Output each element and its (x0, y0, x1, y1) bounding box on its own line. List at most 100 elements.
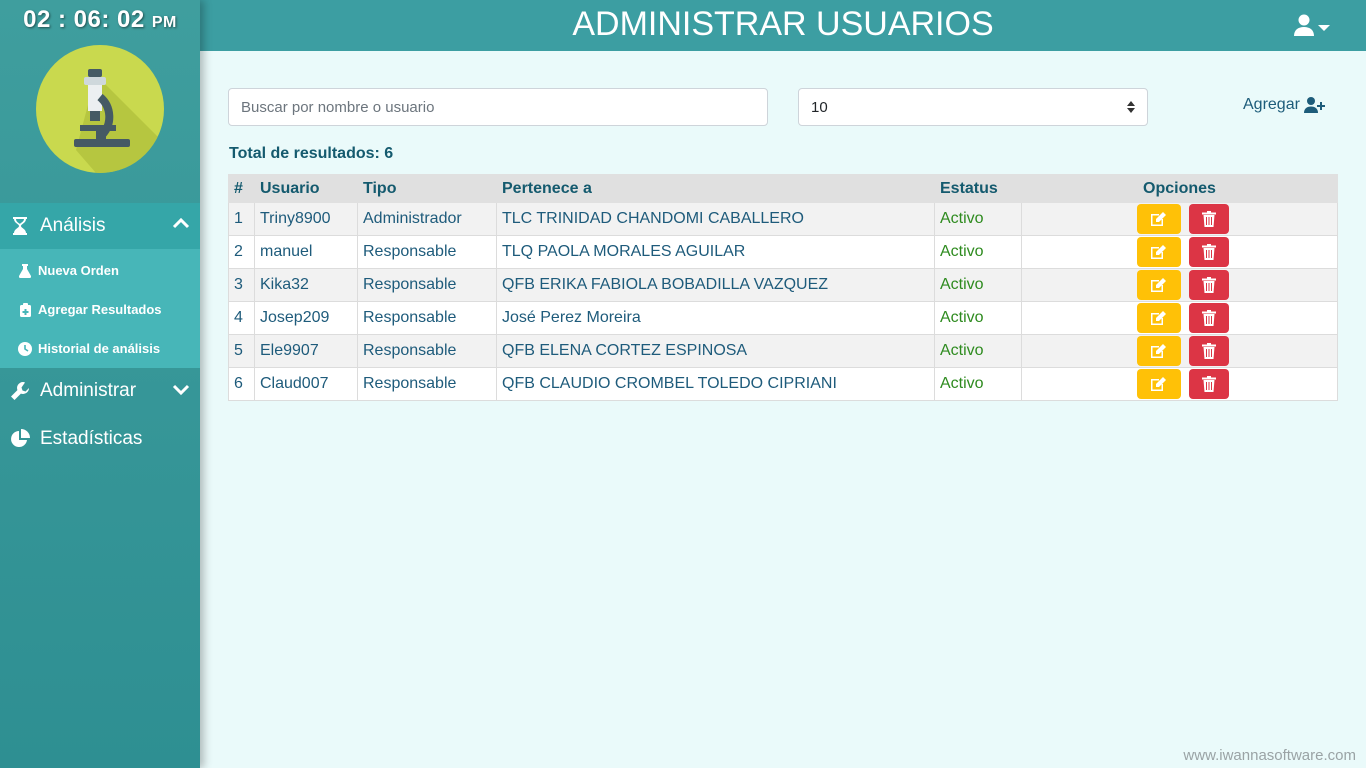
cell-usuario: Josep209 (254, 301, 358, 335)
cell-usuario: Ele9907 (254, 334, 358, 368)
cell-number: 1 (228, 202, 255, 236)
delete-button[interactable] (1188, 303, 1229, 333)
nav-administrar-label: Administrar (40, 380, 137, 401)
user-icon (1294, 14, 1314, 41)
user-plus-icon (1303, 97, 1326, 113)
trash-icon (1201, 277, 1216, 293)
col-number: # (228, 174, 255, 203)
cell-opciones (1021, 367, 1338, 401)
cell-estatus: Activo (934, 202, 1022, 236)
trash-icon (1201, 343, 1216, 359)
edit-button[interactable] (1136, 237, 1181, 267)
cell-opciones (1021, 334, 1338, 368)
sidebar-item-agregar-resultados[interactable]: Agregar Resultados (0, 290, 200, 329)
nav-analisis[interactable]: Análisis (0, 203, 200, 249)
users-table: # Usuario Tipo Pertenece a Estatus Opcio… (228, 174, 1338, 401)
table-row: 3 Kika32 Responsable QFB ERIKA FABIOLA B… (228, 268, 1338, 302)
cell-tipo: Responsable (357, 301, 497, 335)
cell-estatus: Activo (934, 367, 1022, 401)
cell-tipo: Responsable (357, 367, 497, 401)
delete-button[interactable] (1188, 270, 1229, 300)
clock-time: 02 : 06: 02 (23, 6, 145, 33)
cell-tipo: Responsable (357, 235, 497, 269)
page-title: ADMINISTRAR USUARIOS (572, 5, 994, 43)
total-results: Total de resultados: 6 (229, 145, 394, 162)
add-user-button[interactable]: Agregar (1243, 96, 1326, 114)
table-row: 2 manuel Responsable TLQ PAOLA MORALES A… (228, 235, 1338, 269)
edit-button[interactable] (1136, 336, 1181, 366)
cell-pertenece: QFB ELENA CORTEZ ESPINOSA (496, 334, 935, 368)
delete-button[interactable] (1188, 204, 1229, 234)
cell-estatus: Activo (934, 334, 1022, 368)
nav-estadisticas-label: Estadísticas (40, 428, 143, 449)
clock-icon (18, 341, 32, 356)
sidebar-item-historial[interactable]: Historial de análisis (0, 329, 200, 368)
cell-pertenece: TLQ PAOLA MORALES AGUILAR (496, 235, 935, 269)
wrench-icon (10, 381, 30, 401)
table-row: 6 Claud007 Responsable QFB CLAUDIO CROMB… (228, 367, 1338, 401)
edit-icon (1150, 377, 1166, 391)
edit-icon (1150, 278, 1166, 292)
microscope-icon (36, 45, 164, 173)
chevron-up-icon (172, 215, 190, 233)
edit-button[interactable] (1136, 303, 1181, 333)
chevron-down-icon (172, 380, 190, 398)
nav-estadisticas[interactable]: Estadísticas (0, 416, 200, 462)
cell-estatus: Activo (934, 235, 1022, 269)
edit-icon (1150, 311, 1166, 325)
delete-button[interactable] (1188, 237, 1229, 267)
table-row: 1 Triny8900 Administrador TLC TRINIDAD C… (228, 202, 1338, 236)
cell-estatus: Activo (934, 301, 1022, 335)
col-pertenece: Pertenece a (496, 174, 935, 203)
pie-chart-icon (10, 429, 30, 449)
submenu-analisis: Nueva Orden Agregar Resultados Historial… (0, 249, 200, 368)
cell-number: 2 (228, 235, 255, 269)
header: ADMINISTRAR USUARIOS (200, 0, 1366, 51)
col-tipo: Tipo (357, 174, 497, 203)
cell-tipo: Responsable (357, 334, 497, 368)
table-header-row: # Usuario Tipo Pertenece a Estatus Opcio… (228, 174, 1338, 203)
watermark: www.iwannasoftware.com (1183, 747, 1356, 764)
cell-opciones (1021, 235, 1338, 269)
cell-tipo: Responsable (357, 268, 497, 302)
caret-down-icon (1318, 19, 1330, 37)
cell-estatus: Activo (934, 268, 1022, 302)
sidebar-item-label: Nueva Orden (38, 263, 119, 278)
trash-icon (1201, 310, 1216, 326)
hourglass-icon (10, 216, 30, 236)
col-usuario: Usuario (254, 174, 358, 203)
user-menu-button[interactable] (1294, 14, 1330, 41)
trash-icon (1201, 244, 1216, 260)
search-input[interactable] (228, 88, 768, 126)
sidebar-item-label: Historial de análisis (38, 341, 161, 356)
edit-icon (1150, 212, 1166, 226)
sidebar-item-label: Agregar Resultados (38, 302, 162, 317)
delete-button[interactable] (1188, 369, 1229, 399)
sidebar-item-nueva-orden[interactable]: Nueva Orden (0, 251, 200, 290)
edit-button[interactable] (1136, 369, 1181, 399)
clock: 02 : 06: 02 PM (0, 6, 200, 34)
table-row: 5 Ele9907 Responsable QFB ELENA CORTEZ E… (228, 334, 1338, 368)
edit-button[interactable] (1136, 204, 1181, 234)
cell-usuario: Claud007 (254, 367, 358, 401)
cell-usuario: Kika32 (254, 268, 358, 302)
nav-administrar[interactable]: Administrar (0, 368, 200, 414)
cell-opciones (1021, 202, 1338, 236)
col-estatus: Estatus (934, 174, 1022, 203)
sidebar: 02 : 06: 02 PM Análisis Nueva Orden Agre… (0, 0, 200, 768)
cell-opciones (1021, 268, 1338, 302)
flask-icon (18, 263, 32, 278)
cell-usuario: manuel (254, 235, 358, 269)
delete-button[interactable] (1188, 336, 1229, 366)
clock-ampm: PM (151, 14, 177, 31)
page-size-select[interactable]: 10 (798, 88, 1148, 126)
select-arrows-icon (1127, 100, 1135, 118)
cell-number: 5 (228, 334, 255, 368)
nav-analisis-label: Análisis (40, 215, 106, 236)
edit-button[interactable] (1136, 270, 1181, 300)
edit-icon (1150, 245, 1166, 259)
cell-usuario: Triny8900 (254, 202, 358, 236)
cell-number: 3 (228, 268, 255, 302)
file-medical-icon (18, 302, 32, 317)
cell-pertenece: TLC TRINIDAD CHANDOMI CABALLERO (496, 202, 935, 236)
